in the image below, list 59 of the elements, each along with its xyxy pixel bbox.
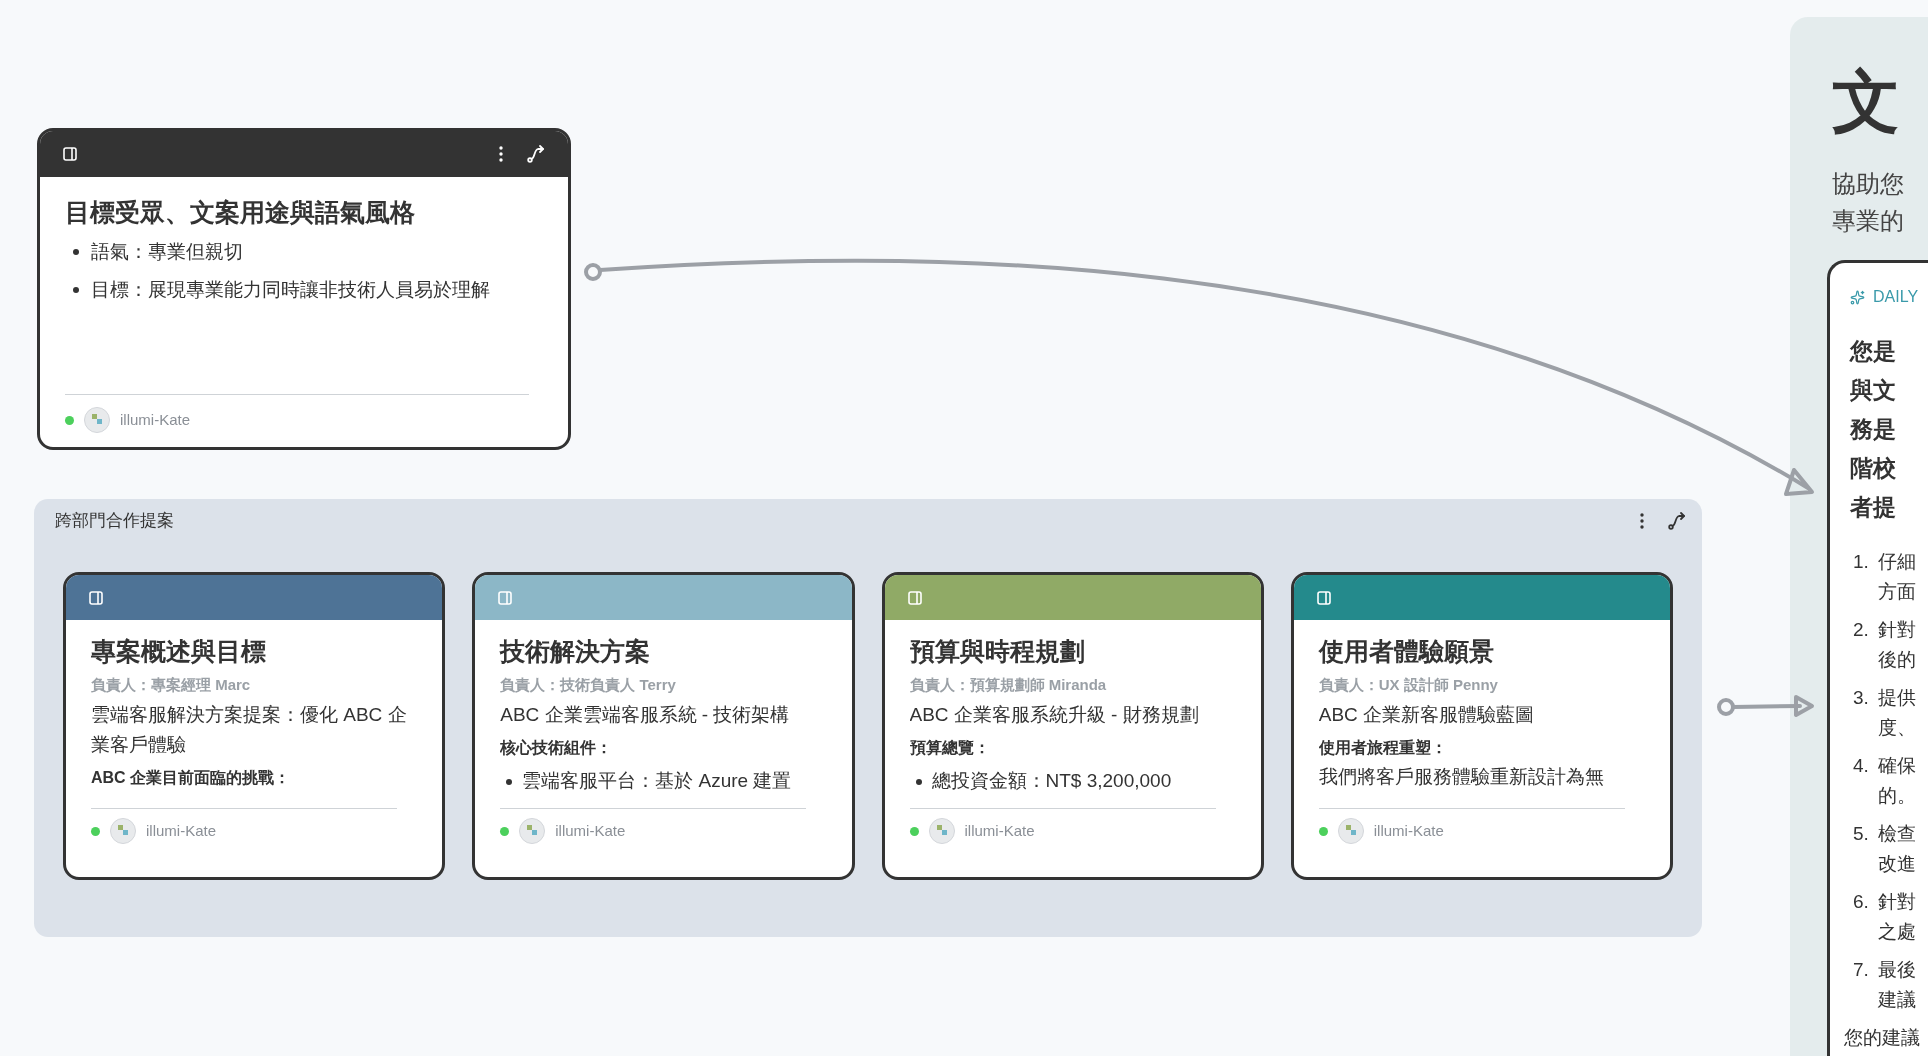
card-owner: 負責人：技術負責人 Terry: [500, 675, 677, 695]
card-owner: 負責人：預算規劃師 Miranda: [909, 675, 1108, 695]
step-number: 2.: [1852, 618, 1870, 642]
bullet-text: 目標：展現專業能力同時讓非技術人員易於理解: [91, 278, 490, 302]
card-text: ABC 企業新客服體驗藍圖: [1318, 703, 1536, 727]
step-number: 1.: [1852, 550, 1870, 574]
step-text: 之處: [1878, 920, 1916, 944]
step-text: 度、: [1878, 716, 1916, 740]
step-number: 7.: [1852, 958, 1870, 982]
card-title: 使用者體驗願景: [1318, 636, 1495, 667]
intro-text: 務是: [1850, 415, 1897, 444]
section-heading: ABC 企業目前面臨的挑戰：: [91, 768, 292, 788]
card-text: ABC 企業客服系統升級 - 財務規劃: [909, 703, 1200, 727]
author-name: illumi-Kate: [1373, 820, 1444, 841]
author-name: illumi-Kate: [555, 820, 626, 841]
card-title: 專案概述與目標: [91, 636, 267, 667]
card-title: 預算與時程規劃: [909, 636, 1086, 667]
step-text: 仔細: [1878, 550, 1916, 574]
step-text: 確保: [1878, 754, 1916, 778]
intro-text: 您是: [1850, 337, 1897, 366]
card-label: DAILY: [1873, 287, 1919, 307]
panel-subtitle: 專業的: [1832, 206, 1905, 236]
step-text: 建議: [1878, 988, 1916, 1012]
intro-text: 與文: [1850, 376, 1897, 405]
section-heading: 核心技術組件：: [500, 738, 614, 758]
step-text: 提供: [1878, 686, 1916, 710]
step-number: 4.: [1852, 754, 1870, 778]
step-text: 後的: [1878, 648, 1916, 672]
card-owner: 負責人：專案經理 Marc: [91, 675, 252, 695]
author-name: illumi-Kate: [120, 409, 191, 430]
step-text: 檢查: [1878, 822, 1916, 846]
card-title: 技術解決方案: [500, 636, 652, 667]
step-text: 改進: [1878, 852, 1916, 876]
group-title: 跨部門合作提案: [55, 510, 174, 533]
card-title: 目標受眾、文案用途與語氣風格: [65, 197, 416, 228]
step-number: 6.: [1852, 890, 1870, 914]
card-text: ABC 企業雲端客服系統 - 技術架構: [500, 703, 791, 727]
step-text: 方面: [1878, 580, 1916, 604]
card-text: 我們將客戶服務體驗重新設計為無: [1318, 765, 1605, 789]
section-heading: 預算總覽：: [909, 738, 991, 758]
step-text: 針對: [1878, 618, 1916, 642]
bullet-text: 語氣：專業但親切: [91, 240, 243, 264]
closing-text: 您的建議: [1844, 1026, 1921, 1050]
bullet-text: 雲端客服平台：基於 Azure 建置: [522, 769, 792, 793]
step-text: 最後: [1878, 958, 1916, 982]
card-text: 雲端客服解決方案提案：優化 ABC 企業客戶體驗: [91, 703, 408, 757]
step-number: 5.: [1852, 822, 1870, 846]
bullet-text: 總投資金額：NT$ 3,200,000: [931, 769, 1172, 793]
intro-text: 階校: [1850, 454, 1897, 483]
section-heading: 使用者旅程重塑：: [1318, 738, 1448, 758]
step-text: 針對: [1878, 890, 1916, 914]
step-text: 的。: [1878, 784, 1916, 808]
card-owner: 負責人：UX 設計師 Penny: [1318, 675, 1499, 695]
panel-title: 文: [1832, 62, 1901, 141]
panel-subtitle: 協助您: [1832, 169, 1905, 199]
author-name: illumi-Kate: [964, 820, 1035, 841]
intro-text: 者提: [1850, 493, 1897, 522]
author-name: illumi-Kate: [146, 820, 217, 841]
step-number: 3.: [1852, 686, 1870, 710]
